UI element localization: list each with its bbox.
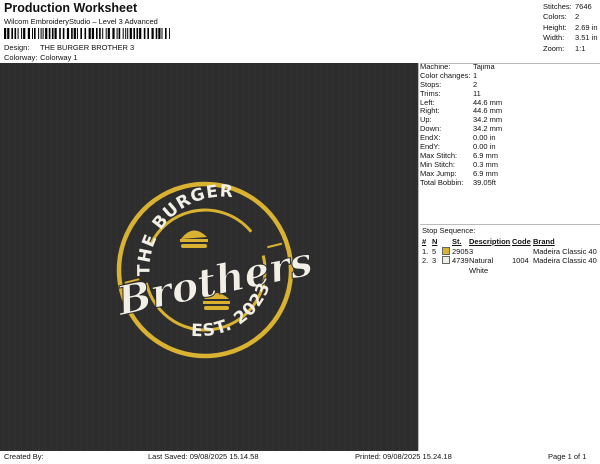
divider	[418, 63, 419, 451]
colorway-value: Colorway 1	[40, 53, 78, 62]
footer-last-saved: Last Saved: 09/08/2025 15.14.58	[148, 452, 259, 461]
colorway-row: Colorway: Colorway 1	[4, 53, 78, 62]
footer-printed: Printed: 09/08/2025 15.24.18	[355, 452, 452, 461]
fabric-texture	[0, 63, 418, 451]
info-row: Color changes: 1	[420, 70, 478, 80]
info-row: EndX: 0.00 in	[420, 133, 496, 143]
table-header: # N St. Description Code Brand	[422, 237, 555, 246]
info-row: Left: 44.6 mm	[420, 97, 503, 107]
machine-info: Machine: Tajima Color changes: 1 Stops: 2 T…	[420, 62, 600, 187]
stat-height: Height: 2.69 in	[543, 22, 598, 32]
table-row: 1. 5 2905 3 Madeira Classic 40	[422, 246, 597, 256]
stat-width: Width: 3.51 in	[543, 33, 598, 43]
info-row: Trims: 11	[420, 88, 481, 98]
info-row: Stops: 2	[420, 79, 478, 89]
stat-stitches: Stitches: 7646	[543, 2, 592, 11]
color-swatch	[442, 246, 450, 255]
page-title: Production Worksheet	[4, 1, 138, 15]
info-row: Right: 44.6 mm	[420, 106, 503, 116]
divider	[420, 224, 600, 225]
design-stats: Stitches: 7646 Colors: 2 Height: 2.69 in Wi…	[543, 2, 598, 54]
table-row: 2. 3 4739 Natural White 1004 Madeira Cla…	[422, 256, 597, 275]
colorway-label: Colorway:	[4, 53, 38, 62]
design-preview: THE BURGER Brothers EST. 2023	[0, 63, 418, 451]
software-subtitle: Wilcom EmbroideryStudio – Level 3 Advanc…	[4, 17, 158, 26]
embroidery-artwork: THE BURGER Brothers EST. 2023	[0, 63, 418, 451]
info-row: Up: 34.2 mm	[420, 115, 503, 125]
barcode	[4, 28, 170, 39]
stop-sequence-table: # N St. Description Code Brand 1. 5 2905…	[422, 237, 600, 275]
design-value: THE BURGER BROTHER 3	[39, 43, 135, 52]
stop-sequence-title: Stop Sequence:	[422, 226, 476, 235]
footer-page: Page 1 of 1	[548, 452, 587, 461]
design-label: Design:	[4, 43, 30, 52]
divider	[420, 63, 600, 64]
stat-zoom: Zoom: 1:1	[543, 43, 586, 53]
stat-colors: Colors: 2	[543, 12, 580, 22]
design-row: Design: THE BURGER BROTHER 3	[4, 43, 134, 52]
info-row: Total Bobbin: 39.05ft	[420, 177, 496, 187]
color-swatch	[442, 256, 450, 264]
info-row: Down: 34.2 mm	[420, 124, 503, 134]
footer-created-by: Created By:	[4, 452, 44, 461]
